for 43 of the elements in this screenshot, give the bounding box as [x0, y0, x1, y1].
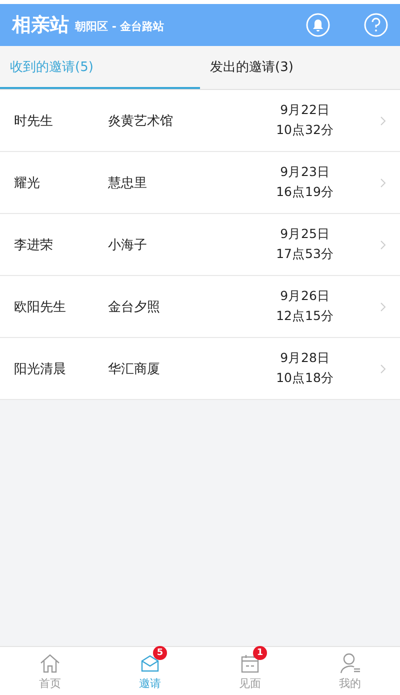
count-badge: 1 [253, 646, 267, 660]
invitation-row[interactable]: 李进荣 小海子 9月25日 17点53分 [0, 214, 400, 276]
invitation-row[interactable]: 阳光清晨 华汇商厦 9月28日 10点18分 [0, 338, 400, 400]
time-text: 16点19分 [276, 184, 334, 201]
help-button[interactable] [364, 13, 388, 37]
location-text: 朝阳区 - 金台路站 [75, 19, 166, 34]
chevron-icon [380, 240, 386, 250]
place-name: 炎黄艺术馆 [108, 112, 174, 130]
date-text: 9月28日 [280, 350, 330, 367]
bell-icon [306, 13, 330, 37]
person-name: 欧阳先生 [14, 298, 67, 316]
person-name: 李进荣 [14, 236, 54, 254]
person-name: 耀光 [14, 174, 41, 192]
date-text: 9月22日 [280, 102, 330, 119]
time-text: 10点32分 [276, 122, 334, 139]
date-text: 9月23日 [280, 164, 330, 181]
invitation-row[interactable]: 时先生 炎黄艺术馆 9月22日 10点32分 [0, 90, 400, 152]
help-icon [364, 13, 388, 37]
person-icon [339, 652, 361, 674]
chevron-icon [380, 178, 386, 188]
nav-tab[interactable]: 5 邀请 [100, 647, 200, 695]
place-name: 慧忠里 [108, 174, 148, 192]
app-title: 相亲站 [12, 13, 69, 38]
time-text: 17点53分 [276, 246, 334, 263]
chevron-icon [380, 302, 386, 312]
invitation-row[interactable]: 欧阳先生 金台夕照 9月26日 12点15分 [0, 276, 400, 338]
date-text: 9月26日 [280, 288, 330, 305]
invitation-row[interactable]: 耀光 慧忠里 9月23日 16点19分 [0, 152, 400, 214]
chevron-icon [380, 116, 386, 126]
tab[interactable]: 发出的邀请(3) [200, 46, 400, 89]
home-icon [39, 652, 61, 674]
place-name: 华汇商厦 [108, 360, 161, 378]
place-name: 金台夕照 [108, 298, 161, 316]
time-text: 10点18分 [276, 370, 334, 387]
date-text: 9月25日 [280, 226, 330, 243]
person-name: 阳光清晨 [14, 360, 67, 378]
time-text: 12点15分 [276, 308, 334, 325]
person-name: 时先生 [14, 112, 54, 130]
chevron-icon [380, 364, 386, 374]
place-name: 小海子 [108, 236, 148, 254]
bell-button[interactable] [306, 13, 330, 37]
count-badge: 5 [153, 646, 167, 660]
nav-tab[interactable]: 1 见面 [200, 647, 300, 695]
